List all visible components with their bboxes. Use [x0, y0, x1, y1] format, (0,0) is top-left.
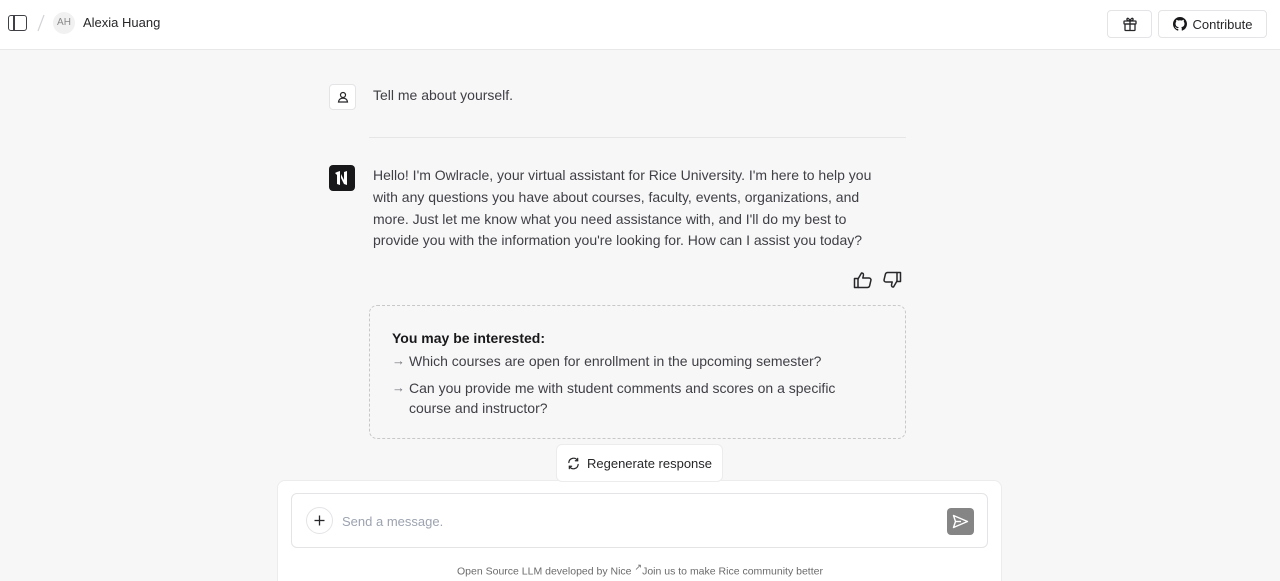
- message-input[interactable]: [342, 510, 932, 532]
- breadcrumb-separator: [37, 14, 45, 32]
- suggestions-panel: You may be interested: → Which courses a…: [369, 305, 906, 439]
- send-button[interactable]: [947, 508, 974, 535]
- user-message: Tell me about yourself.: [373, 87, 514, 103]
- thumbs-up-icon[interactable]: [853, 271, 873, 289]
- suggestion-text: Which courses are open for enrollment in…: [409, 353, 822, 369]
- contribute-label: Contribute: [1192, 16, 1253, 32]
- gift-button[interactable]: [1107, 10, 1152, 38]
- regenerate-button[interactable]: Regenerate response: [556, 444, 723, 482]
- suggestion-text: Can you provide me with student comments…: [409, 380, 836, 416]
- plus-icon: [314, 515, 325, 526]
- arrow-right-icon: →: [392, 380, 405, 395]
- thumbs-down-icon[interactable]: [882, 271, 902, 289]
- bot-avatar: [329, 165, 355, 191]
- owlracle-logo-icon: [335, 171, 347, 185]
- message-divider: [369, 137, 906, 138]
- github-icon: [1172, 17, 1187, 31]
- arrow-right-icon: →: [392, 353, 405, 368]
- bot-message: Hello! I'm Owlracle, your virtual assist…: [373, 167, 872, 249]
- top-header: AH Alexia Huang Contribute: [0, 0, 1280, 50]
- external-link-icon: ↗: [634, 562, 643, 572]
- regenerate-label: Regenerate response: [586, 455, 713, 471]
- user-icon: [337, 91, 348, 103]
- footer-text: Open Source LLM developed by Nice: [457, 565, 632, 578]
- footer-link[interactable]: Join us to make Rice community better: [642, 566, 823, 578]
- gift-icon: [1122, 17, 1137, 32]
- suggestion-item[interactable]: → Can you provide me with student commen…: [392, 378, 862, 418]
- user-avatar: [329, 84, 356, 110]
- avatar[interactable]: AH: [53, 12, 75, 34]
- suggestion-item[interactable]: → Which courses are open for enrollment …: [392, 351, 862, 371]
- user-name[interactable]: Alexia Huang: [83, 15, 160, 30]
- send-icon: [952, 514, 969, 529]
- message-composer: [291, 493, 988, 548]
- footer-note: Open Source LLM developed by Nice ↗Join u…: [0, 562, 1280, 578]
- suggestions-title: You may be interested:: [392, 330, 546, 346]
- refresh-icon: [568, 457, 579, 469]
- attach-button[interactable]: [306, 507, 333, 534]
- contribute-button[interactable]: Contribute: [1158, 10, 1267, 38]
- sidebar-toggle-icon[interactable]: [8, 15, 27, 31]
